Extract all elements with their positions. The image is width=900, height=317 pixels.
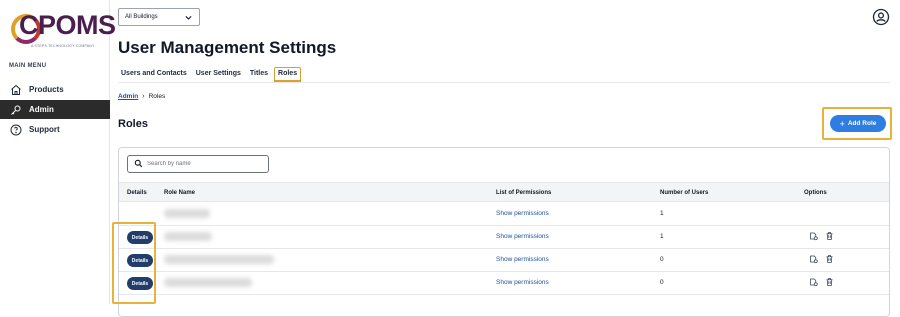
- table-row: Show permissions 1: [119, 203, 889, 226]
- role-name-redacted: [164, 278, 252, 287]
- row-options: [809, 231, 834, 242]
- table-row: Details Show permissions 0: [119, 272, 889, 295]
- user-account-icon[interactable]: [872, 8, 890, 26]
- number-of-users: 0: [660, 279, 664, 286]
- breadcrumb: Admin › Roles: [118, 93, 165, 100]
- column-header-details: Details: [127, 190, 147, 196]
- copy-icon[interactable]: [809, 231, 818, 242]
- add-role-button[interactable]: + Add Role: [830, 115, 886, 132]
- sidebar: CPOMS A STEPS TECHNOLOGY COMPANY MAIN ME…: [0, 0, 116, 304]
- plus-icon: +: [839, 118, 845, 129]
- cpoms-logo[interactable]: CPOMS A STEPS TECHNOLOGY COMPANY: [9, 8, 116, 52]
- search-input[interactable]: [147, 161, 267, 167]
- column-header-number-of-users: Number of Users: [660, 190, 709, 196]
- row-options: [809, 277, 834, 288]
- table-header: Details Role Name List of Permissions Nu…: [119, 182, 889, 202]
- tab-bar: Users and Contacts User Settings Titles …: [118, 66, 890, 83]
- add-role-highlight: + Add Role: [822, 107, 892, 140]
- details-button[interactable]: Details: [127, 231, 153, 244]
- column-header-role-name: Role Name: [164, 190, 196, 196]
- row-options: [809, 254, 834, 265]
- copy-icon[interactable]: [809, 277, 818, 288]
- number-of-users: 0: [660, 256, 664, 263]
- home-icon: [9, 83, 23, 97]
- roles-table-card: Details Role Name List of Permissions Nu…: [118, 147, 890, 317]
- sidebar-item-label: Admin: [29, 105, 54, 114]
- chevron-down-icon: [184, 13, 193, 24]
- role-name-redacted: [164, 232, 212, 241]
- tab-user-settings[interactable]: User Settings: [193, 70, 244, 82]
- trash-icon[interactable]: [825, 277, 834, 288]
- help-circle-icon: [9, 123, 23, 137]
- page-title: User Management Settings: [118, 38, 337, 57]
- search-box[interactable]: [127, 155, 269, 173]
- tab-titles[interactable]: Titles: [247, 70, 271, 82]
- show-permissions-link[interactable]: Show permissions: [496, 279, 549, 286]
- logo-subtext: A STEPS TECHNOLOGY COMPANY: [31, 44, 95, 48]
- main-content: All Buildings User Management Settings U…: [112, 0, 900, 317]
- building-select[interactable]: All Buildings: [118, 8, 200, 26]
- number-of-users: 1: [660, 233, 664, 240]
- role-name-redacted: [164, 209, 210, 218]
- sidebar-item-products[interactable]: Products: [0, 80, 110, 99]
- breadcrumb-current: Roles: [148, 93, 166, 100]
- details-button[interactable]: Details: [127, 254, 153, 267]
- tab-users-and-contacts[interactable]: Users and Contacts: [118, 70, 190, 82]
- trash-icon[interactable]: [825, 254, 834, 265]
- number-of-users: 1: [660, 210, 664, 217]
- search-icon: [134, 155, 143, 173]
- breadcrumb-admin-link[interactable]: Admin: [118, 93, 138, 100]
- logo-text: CPOMS: [19, 10, 116, 40]
- copy-icon[interactable]: [809, 254, 818, 265]
- details-button[interactable]: Details: [127, 277, 153, 290]
- key-icon: [9, 103, 23, 117]
- sidebar-item-admin[interactable]: Admin: [0, 100, 110, 119]
- column-header-options: Options: [804, 190, 827, 196]
- add-role-label: Add Role: [847, 120, 877, 127]
- sidebar-item-label: Products: [29, 85, 64, 94]
- trash-icon[interactable]: [825, 231, 834, 242]
- show-permissions-link[interactable]: Show permissions: [496, 233, 549, 240]
- section-title: Roles: [118, 118, 148, 130]
- role-name-redacted: [164, 255, 274, 264]
- building-select-value: All Buildings: [125, 14, 158, 20]
- sidebar-item-support[interactable]: Support: [0, 120, 110, 139]
- table-row: Details Show permissions 0: [119, 249, 889, 272]
- chevron-right-icon: ›: [142, 93, 145, 100]
- column-header-permissions: List of Permissions: [496, 190, 552, 196]
- sidebar-item-label: Support: [29, 125, 60, 134]
- main-menu-title: MAIN MENU: [9, 63, 47, 69]
- show-permissions-link[interactable]: Show permissions: [496, 210, 549, 217]
- show-permissions-link[interactable]: Show permissions: [496, 256, 549, 263]
- tab-roles[interactable]: Roles: [274, 67, 302, 82]
- table-row: Details Show permissions 1: [119, 226, 889, 249]
